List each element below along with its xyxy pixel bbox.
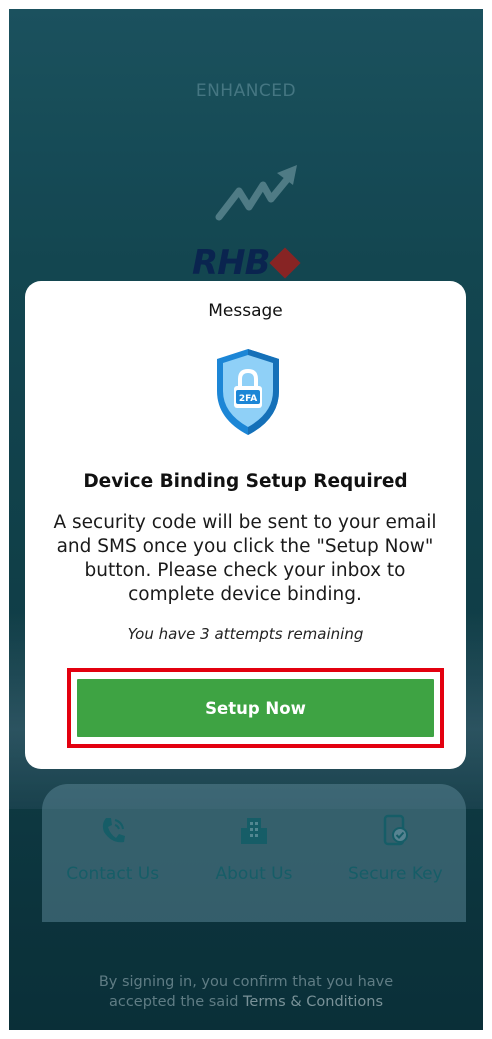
- shield-badge-text: 2FA: [239, 394, 257, 404]
- setup-now-button[interactable]: Setup Now: [75, 677, 436, 739]
- dialog-heading: Device Binding Setup Required: [83, 471, 408, 492]
- app-screen: ENHANCED RHB Contact Us About Us Secure …: [9, 9, 483, 1030]
- dialog-title: Message: [208, 301, 283, 321]
- attempts-remaining: You have 3 attempts remaining: [127, 625, 364, 643]
- dialog-message: A security code will be sent to your ema…: [53, 512, 437, 605]
- shield-lock-icon: 2FA: [217, 349, 279, 435]
